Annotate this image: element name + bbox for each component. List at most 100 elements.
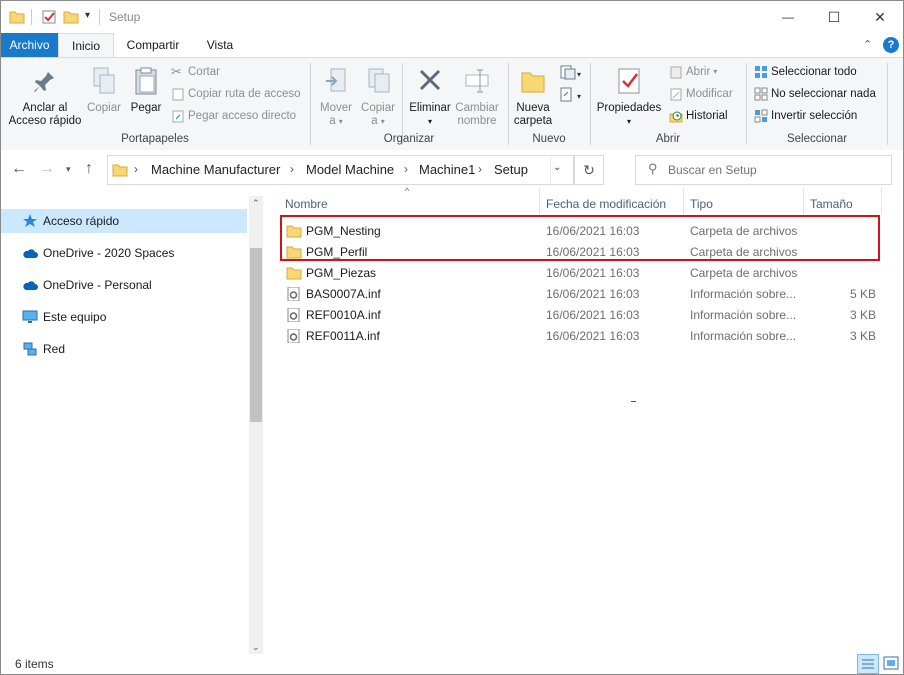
file-explorer-window: ▾ Setup — ☐ ✕ Archivo Inicio Compartir V…	[0, 0, 904, 675]
large-icons-view-icon	[883, 656, 899, 670]
help-icon[interactable]: ?	[883, 37, 899, 53]
table-row[interactable]: PGM_Piezas 16/06/2021 16:03 Carpeta de a…	[280, 263, 880, 284]
recent-locations-icon[interactable]: ▾	[66, 164, 71, 175]
scroll-down-icon[interactable]: ⌄	[252, 642, 260, 653]
select-none-label: No seleccionar nada	[771, 88, 876, 100]
settings-file-icon	[287, 287, 300, 301]
group-label-abrir: Abrir	[655, 133, 681, 145]
move-to-button[interactable]: Mover a ▾	[316, 66, 356, 128]
chevron-right-icon[interactable]: ›	[404, 162, 408, 176]
select-none-button[interactable]: No seleccionar nada	[754, 85, 876, 103]
paste-label: Pegar	[130, 102, 162, 114]
file-type: Carpeta de archivos	[690, 266, 798, 280]
table-row[interactable]: REF0011A.inf 16/06/2021 16:03 Informació…	[280, 326, 880, 347]
nav-item-network[interactable]: Red	[1, 337, 247, 361]
close-button[interactable]: ✕	[857, 1, 903, 33]
table-row[interactable]: REF0010A.inf 16/06/2021 16:03 Informació…	[280, 305, 880, 326]
history-icon	[669, 111, 683, 123]
select-all-button[interactable]: Seleccionar todo	[754, 63, 857, 81]
item-count: 6 items	[15, 657, 54, 671]
paste-shortcut-button[interactable]: Pegar acceso directo	[171, 107, 296, 125]
up-arrow-icon[interactable]: ↑	[85, 160, 93, 178]
nav-item-label: Red	[43, 342, 66, 356]
scissors-icon: ✂	[171, 64, 182, 79]
chevron-right-icon[interactable]: ›	[478, 162, 482, 176]
copy-to-button[interactable]: Copiar a ▾	[358, 66, 398, 128]
properties-icon[interactable]	[41, 9, 57, 25]
back-arrow-icon[interactable]: ←	[11, 160, 27, 178]
chevron-right-icon[interactable]: ›	[290, 162, 294, 176]
customize-toolbar-icon[interactable]: ▾	[85, 10, 90, 21]
annotation-highlight-box	[280, 215, 880, 261]
column-header-date[interactable]: Fecha de modificación	[546, 194, 666, 214]
chevron-right-icon[interactable]: ›	[134, 162, 138, 176]
tab-vista[interactable]: Vista	[197, 33, 243, 57]
properties-button[interactable]: Propiedades ▾	[595, 66, 663, 128]
file-size: 3 KB	[849, 308, 876, 322]
breadcrumb-item[interactable]: Machine Manufacturer	[151, 162, 280, 177]
new-folder-icon[interactable]	[63, 9, 79, 25]
rename-label-1: Cambiar	[455, 102, 499, 114]
open-button[interactable]: Abrir ▾	[669, 63, 717, 81]
file-size: 5 KB	[849, 287, 876, 301]
pin-label-2: Acceso rápido	[8, 115, 82, 127]
computer-icon	[22, 309, 38, 325]
history-button[interactable]: Historial	[669, 107, 728, 125]
refresh-button[interactable]: ↻	[574, 155, 604, 185]
copy-path-button[interactable]: Copiar ruta de acceso	[171, 85, 301, 103]
details-view-button[interactable]	[857, 654, 879, 674]
forward-arrow-icon[interactable]: →	[39, 160, 55, 178]
open-icon	[670, 66, 682, 79]
copy-button[interactable]: Copiar	[85, 66, 123, 115]
table-row[interactable]: BAS0007A.inf 16/06/2021 16:03 Informació…	[280, 284, 880, 305]
search-input[interactable]	[666, 160, 885, 180]
paste-button[interactable]: Pegar	[127, 66, 165, 115]
nav-item-quick-access[interactable]: Acceso rápido	[1, 209, 247, 233]
nav-scrollbar[interactable]: ⌃ ⌄	[249, 196, 263, 656]
breadcrumb-item[interactable]: Model Machine	[306, 162, 394, 177]
folder-icon	[286, 267, 302, 280]
address-dropdown-icon[interactable]: ⌄	[553, 162, 561, 173]
group-label-seleccionar: Seleccionar	[786, 133, 848, 145]
pin-icon	[34, 72, 54, 92]
column-header-type[interactable]: Tipo	[690, 194, 713, 214]
tab-inicio[interactable]: Inicio	[58, 33, 114, 58]
column-divider[interactable]	[683, 188, 684, 214]
edit-button[interactable]: Modificar	[669, 85, 733, 103]
cursor-mark	[631, 401, 636, 402]
pin-quick-access-button[interactable]: Anclar al Acceso rápido	[7, 68, 83, 128]
scroll-up-icon[interactable]: ⌃	[252, 198, 260, 209]
invert-selection-button[interactable]: Invertir selección	[754, 107, 857, 125]
nav-item-onedrive-personal[interactable]: OneDrive - Personal	[1, 273, 247, 297]
column-divider[interactable]	[803, 188, 804, 214]
file-date: 16/06/2021 16:03	[546, 308, 640, 322]
tab-compartir[interactable]: Compartir	[117, 33, 189, 57]
nav-item-label: Este equipo	[43, 310, 107, 324]
easy-access-icon[interactable]: ▾	[559, 86, 583, 104]
large-icons-view-button[interactable]	[881, 654, 901, 672]
collapse-ribbon-icon[interactable]: ⌃	[863, 38, 872, 51]
minimize-button[interactable]: —	[765, 1, 811, 33]
nav-item-label: OneDrive - Personal	[43, 278, 152, 292]
new-item-icon[interactable]: ▾	[559, 64, 583, 82]
cut-button[interactable]: ✂ Cortar	[171, 63, 220, 81]
breadcrumb-item[interactable]: Machine1	[419, 162, 475, 177]
tab-archivo[interactable]: Archivo	[1, 33, 58, 57]
column-header-name[interactable]: Nombre	[285, 194, 328, 214]
column-divider[interactable]	[881, 188, 882, 214]
paste-icon	[135, 67, 157, 95]
delete-button[interactable]: Eliminar ▾	[406, 66, 454, 128]
rename-button[interactable]: Cambiar nombre	[454, 66, 500, 128]
breadcrumb-item[interactable]: Setup	[494, 162, 528, 177]
nav-item-this-pc[interactable]: Este equipo	[1, 305, 247, 329]
new-folder-button[interactable]: Nueva carpeta	[511, 66, 555, 128]
nav-item-onedrive-spaces[interactable]: OneDrive - 2020 Spaces	[1, 241, 247, 265]
column-divider[interactable]	[539, 188, 540, 214]
address-bar[interactable]: › Machine Manufacturer › Model Machine ›…	[107, 155, 574, 185]
column-header-size[interactable]: Tamaño	[810, 194, 853, 214]
maximize-button[interactable]: ☐	[811, 1, 857, 33]
nav-scroll-thumb[interactable]	[250, 248, 262, 422]
delete-icon	[419, 69, 441, 91]
star-icon	[22, 213, 38, 229]
search-box[interactable]: ⚲	[635, 155, 892, 185]
